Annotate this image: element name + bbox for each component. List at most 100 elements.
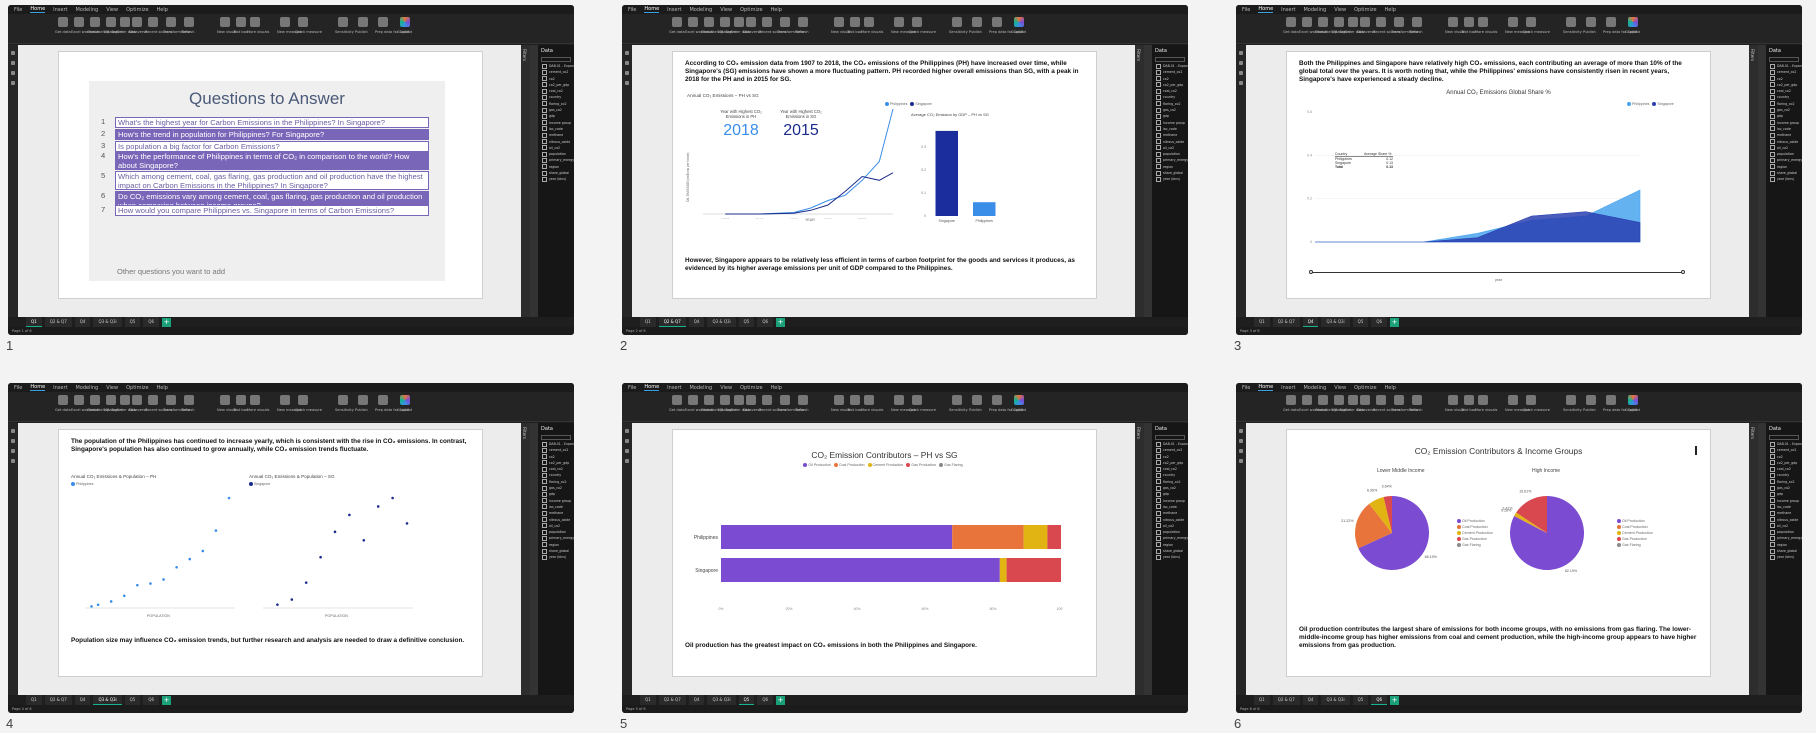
filters-pane-collapsed[interactable]: Filters [521, 423, 530, 695]
ribbon-button-icon[interactable] [834, 395, 844, 405]
page-tab[interactable]: Q6 [757, 695, 774, 705]
data-search-input[interactable] [541, 435, 571, 440]
ribbon-button-icon[interactable] [746, 17, 756, 27]
slider-handle-end[interactable] [1681, 270, 1685, 274]
ribbon-button-icon[interactable] [780, 395, 790, 405]
page-tab[interactable]: Q1 [1254, 317, 1270, 327]
ribbon-button-icon[interactable] [1526, 395, 1536, 405]
field-item[interactable]: nitrous_oxide [538, 517, 574, 523]
add-page-button[interactable]: + [776, 317, 786, 327]
ribbon-button-icon[interactable] [120, 17, 130, 27]
page-tab[interactable]: Q6 [1371, 317, 1388, 327]
menu-item[interactable]: Modeling [75, 385, 98, 391]
slide-thumbnail-3[interactable]: File Home Insert Modeling View Optimize Help Ge… [1236, 5, 1802, 335]
page-tab[interactable]: Q2 & Q7 [1272, 695, 1300, 705]
filters-pane-collapsed[interactable]: Filters [1749, 45, 1758, 317]
view-icon[interactable] [11, 449, 15, 453]
data-search-input[interactable] [1155, 57, 1185, 62]
field-item[interactable]: year (bins) [1766, 554, 1802, 560]
menu-item[interactable]: Home [1258, 6, 1274, 13]
ribbon-button-icon[interactable] [166, 17, 176, 27]
filters-pane-collapsed[interactable]: Filters [1135, 45, 1144, 317]
menu-item[interactable]: File [1242, 7, 1250, 13]
ribbon-button-icon[interactable] [1464, 17, 1474, 27]
ribbon-button-icon[interactable] [912, 17, 922, 27]
ribbon-button-icon[interactable] [338, 395, 348, 405]
ribbon-button-icon[interactable] [338, 17, 348, 27]
ribbon-button-icon[interactable] [992, 17, 1002, 27]
ribbon-button-icon[interactable] [1628, 17, 1638, 27]
menu-item[interactable]: Modeling [75, 7, 98, 13]
page-tab[interactable]: Q2 & Q7 [658, 695, 686, 705]
ribbon-button-icon[interactable] [1334, 395, 1344, 405]
data-search-input[interactable] [1769, 57, 1799, 62]
ribbon-button-icon[interactable] [1412, 17, 1422, 27]
ribbon-button-icon[interactable] [688, 395, 698, 405]
ribbon-button-icon[interactable] [672, 17, 682, 27]
ribbon-button-icon[interactable] [1448, 395, 1458, 405]
view-icon[interactable] [11, 81, 15, 85]
view-icon[interactable] [625, 429, 629, 433]
ribbon-button-icon[interactable] [400, 17, 410, 27]
menu-item[interactable]: Help [157, 385, 168, 391]
add-page-button[interactable]: + [1390, 695, 1400, 705]
data-search-input[interactable] [1769, 435, 1799, 440]
ribbon-button-icon[interactable] [1394, 17, 1404, 27]
add-page-button[interactable]: + [1390, 317, 1400, 327]
field-item[interactable]: nitrous_oxide [1766, 517, 1802, 523]
menu-item[interactable]: File [14, 385, 22, 391]
ribbon-button-icon[interactable] [992, 395, 1002, 405]
page-tab[interactable]: Q3 & Q3i [1321, 695, 1350, 705]
view-icon[interactable] [625, 449, 629, 453]
ribbon-button-icon[interactable] [280, 17, 290, 27]
ribbon-button-icon[interactable] [1526, 17, 1536, 27]
menu-item[interactable]: Help [771, 7, 782, 13]
menu-item[interactable]: View [720, 7, 732, 13]
menu-item[interactable]: Help [157, 7, 168, 13]
menu-item[interactable]: Insert [667, 385, 681, 391]
page-tab[interactable]: Q4 [74, 695, 91, 705]
menu-item[interactable]: File [14, 7, 22, 13]
ribbon-button-icon[interactable] [1334, 17, 1344, 27]
menu-item[interactable]: Insert [1281, 385, 1295, 391]
view-icon[interactable] [1239, 429, 1243, 433]
field-item[interactable]: nitrous_oxide [538, 139, 574, 145]
ribbon-button-icon[interactable] [166, 395, 176, 405]
menu-item[interactable]: Home [644, 6, 660, 13]
ribbon-button-icon[interactable] [358, 395, 368, 405]
menu-item[interactable]: Insert [53, 385, 67, 391]
view-icon[interactable] [625, 439, 629, 443]
ribbon-button-icon[interactable] [762, 395, 772, 405]
slide-thumbnail-1[interactable]: File Home Insert Modeling View Optimize Help Ge… [8, 5, 574, 335]
view-icon[interactable] [11, 71, 15, 75]
ribbon-button-icon[interactable] [912, 395, 922, 405]
ribbon-button-icon[interactable] [1302, 17, 1312, 27]
ribbon-button-icon[interactable] [1606, 395, 1616, 405]
page-tab[interactable]: Q4 [688, 317, 705, 327]
page-tab[interactable]: Q1 [640, 695, 656, 705]
ribbon-button-icon[interactable] [1566, 17, 1576, 27]
page-tab[interactable]: Q4 [1302, 317, 1319, 327]
menu-item[interactable]: Home [644, 384, 660, 391]
view-icon[interactable] [1239, 439, 1243, 443]
page-tab[interactable]: Q3 & Q3i [707, 695, 736, 705]
add-page-button[interactable]: + [776, 695, 786, 705]
menu-item[interactable]: File [628, 7, 636, 13]
view-icon[interactable] [625, 61, 629, 65]
ribbon-button-icon[interactable] [74, 17, 84, 27]
filters-pane-collapsed[interactable]: Filters [521, 45, 530, 317]
ribbon-button-icon[interactable] [1606, 17, 1616, 27]
page-tab[interactable]: Q5 [1352, 317, 1369, 327]
view-icon[interactable] [11, 61, 15, 65]
page-tab[interactable]: Q5 [738, 317, 755, 327]
menu-item[interactable]: Help [771, 385, 782, 391]
ribbon-button-icon[interactable] [850, 395, 860, 405]
ribbon-button-icon[interactable] [1302, 395, 1312, 405]
view-icon[interactable] [1239, 71, 1243, 75]
ribbon-button-icon[interactable] [132, 395, 142, 405]
view-icon[interactable] [625, 459, 629, 463]
field-item[interactable]: year (bins) [538, 554, 574, 560]
page-tab[interactable]: Q4 [74, 317, 91, 327]
ribbon-button-icon[interactable] [1508, 395, 1518, 405]
ribbon-button-icon[interactable] [972, 395, 982, 405]
